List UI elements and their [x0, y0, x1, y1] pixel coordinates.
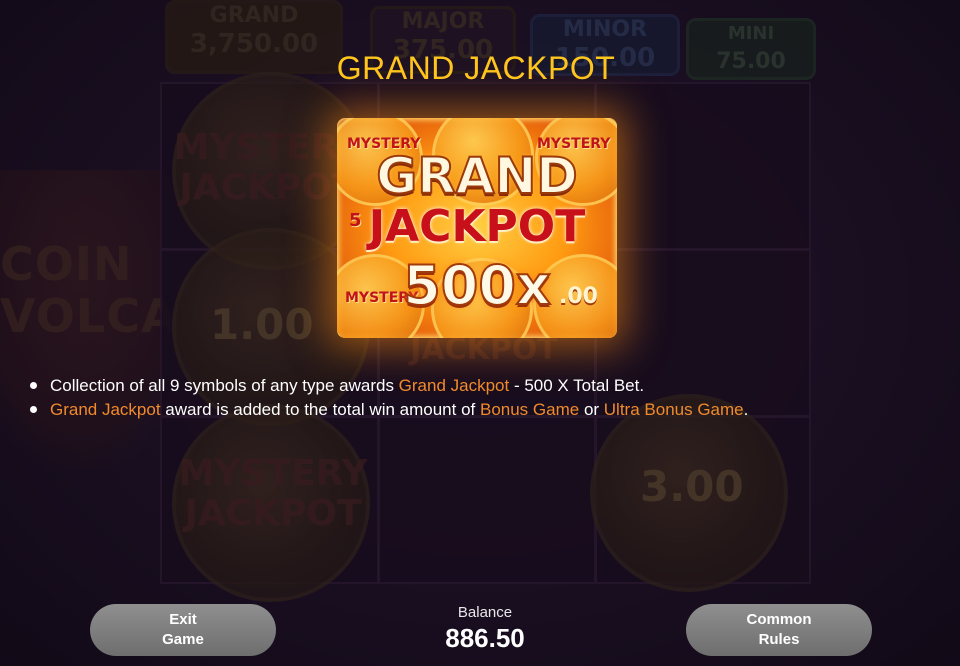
rule-highlight: Grand Jackpot	[398, 376, 510, 395]
rule-text: .	[743, 400, 749, 419]
rules-title: GRAND JACKPOT	[336, 50, 616, 86]
rule-item: Grand Jackpot award is added to the tota…	[28, 398, 928, 422]
grand-jackpot-badge: MYSTERY MYSTERY MYSTERY 5 .00 GRAND JACK…	[337, 118, 617, 338]
badge-multiplier: 500x	[402, 254, 552, 317]
rule-text: Collection of all 9 symbols of any type …	[50, 376, 399, 395]
rules-list: Collection of all 9 symbols of any type …	[28, 374, 928, 422]
rule-text: award is added to the total win amount o…	[160, 400, 480, 419]
common-rules-button[interactable]: Common Rules	[686, 604, 872, 656]
rule-highlight: Ultra Bonus Game	[603, 400, 744, 419]
rule-text: or	[579, 400, 604, 419]
rule-highlight: Grand Jackpot	[50, 400, 161, 419]
balance-value: 886.50	[445, 623, 525, 653]
badge-jackpot-text: JACKPOT	[368, 201, 586, 252]
balance-display: Balance 886.50	[410, 604, 560, 654]
rule-item: Collection of all 9 symbols of any type …	[28, 374, 928, 398]
exit-game-button[interactable]: Exit Game	[90, 604, 276, 656]
balance-label: Balance	[457, 604, 513, 621]
rule-highlight: Bonus Game	[479, 400, 580, 419]
badge-grand-text: GRAND	[375, 147, 579, 205]
rule-text: - 500 X Total Bet.	[509, 376, 645, 395]
